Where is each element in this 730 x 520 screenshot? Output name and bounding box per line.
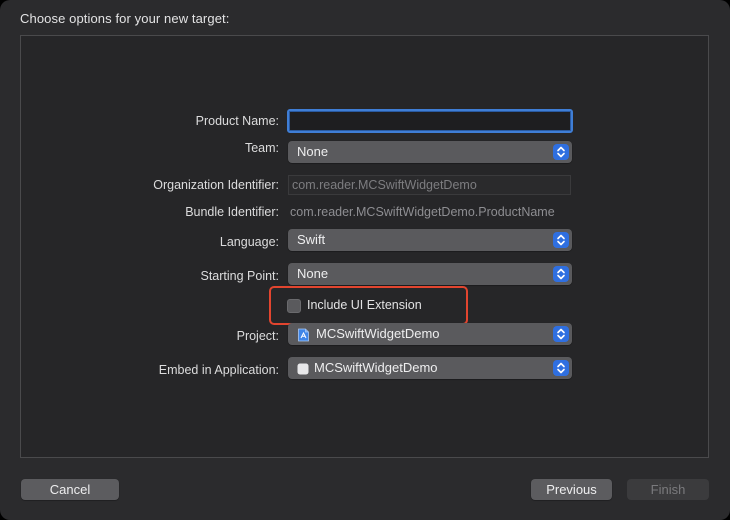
project-popup[interactable]: MCSwiftWidgetDemo [288, 323, 572, 345]
language-label: Language: [219, 235, 279, 249]
team-popup[interactable]: None [288, 141, 572, 163]
embed-in-application-popup[interactable]: MCSwiftWidgetDemo [288, 357, 572, 379]
bundle-identifier-value: com.reader.MCSwiftWidgetDemo.ProductName [290, 205, 555, 219]
embed-in-application-label: Embed in Application: [158, 363, 279, 377]
organization-identifier-field[interactable]: com.reader.MCSwiftWidgetDemo [288, 175, 571, 195]
cancel-button[interactable]: Cancel [21, 479, 119, 500]
team-label: Team: [244, 141, 279, 155]
previous-button[interactable]: Previous [531, 479, 612, 500]
starting-point-value: None [297, 266, 329, 281]
include-ui-extension-label[interactable]: Include UI Extension [307, 298, 422, 312]
product-name-field[interactable] [287, 109, 573, 133]
popup-stepper-icon [553, 144, 569, 160]
app-icon [297, 361, 310, 375]
team-value: None [297, 144, 329, 159]
organization-identifier-label: Organization Identifier: [153, 178, 279, 192]
product-name-label: Product Name: [195, 114, 279, 128]
product-name-input[interactable] [289, 111, 571, 131]
finish-button[interactable]: Finish [627, 479, 709, 500]
starting-point-popup[interactable]: None [288, 263, 572, 285]
popup-stepper-icon [553, 266, 569, 282]
popup-stepper-icon [553, 326, 569, 342]
starting-point-label: Starting Point: [200, 269, 279, 283]
project-label: Project: [236, 329, 279, 343]
dialog-title: Choose options for your new target: [20, 11, 230, 26]
language-popup[interactable]: Swift [288, 229, 572, 251]
embed-in-application-value: MCSwiftWidgetDemo [314, 360, 438, 375]
bundle-identifier-label: Bundle Identifier: [185, 205, 279, 219]
language-value: Swift [297, 232, 326, 247]
project-value: MCSwiftWidgetDemo [316, 326, 440, 341]
project-file-icon [297, 327, 310, 342]
include-ui-extension-checkbox[interactable] [287, 299, 301, 313]
popup-stepper-icon [553, 232, 569, 248]
popup-stepper-icon [553, 360, 569, 376]
new-target-options-sheet: Choose options for your new target: Prod… [0, 0, 730, 520]
